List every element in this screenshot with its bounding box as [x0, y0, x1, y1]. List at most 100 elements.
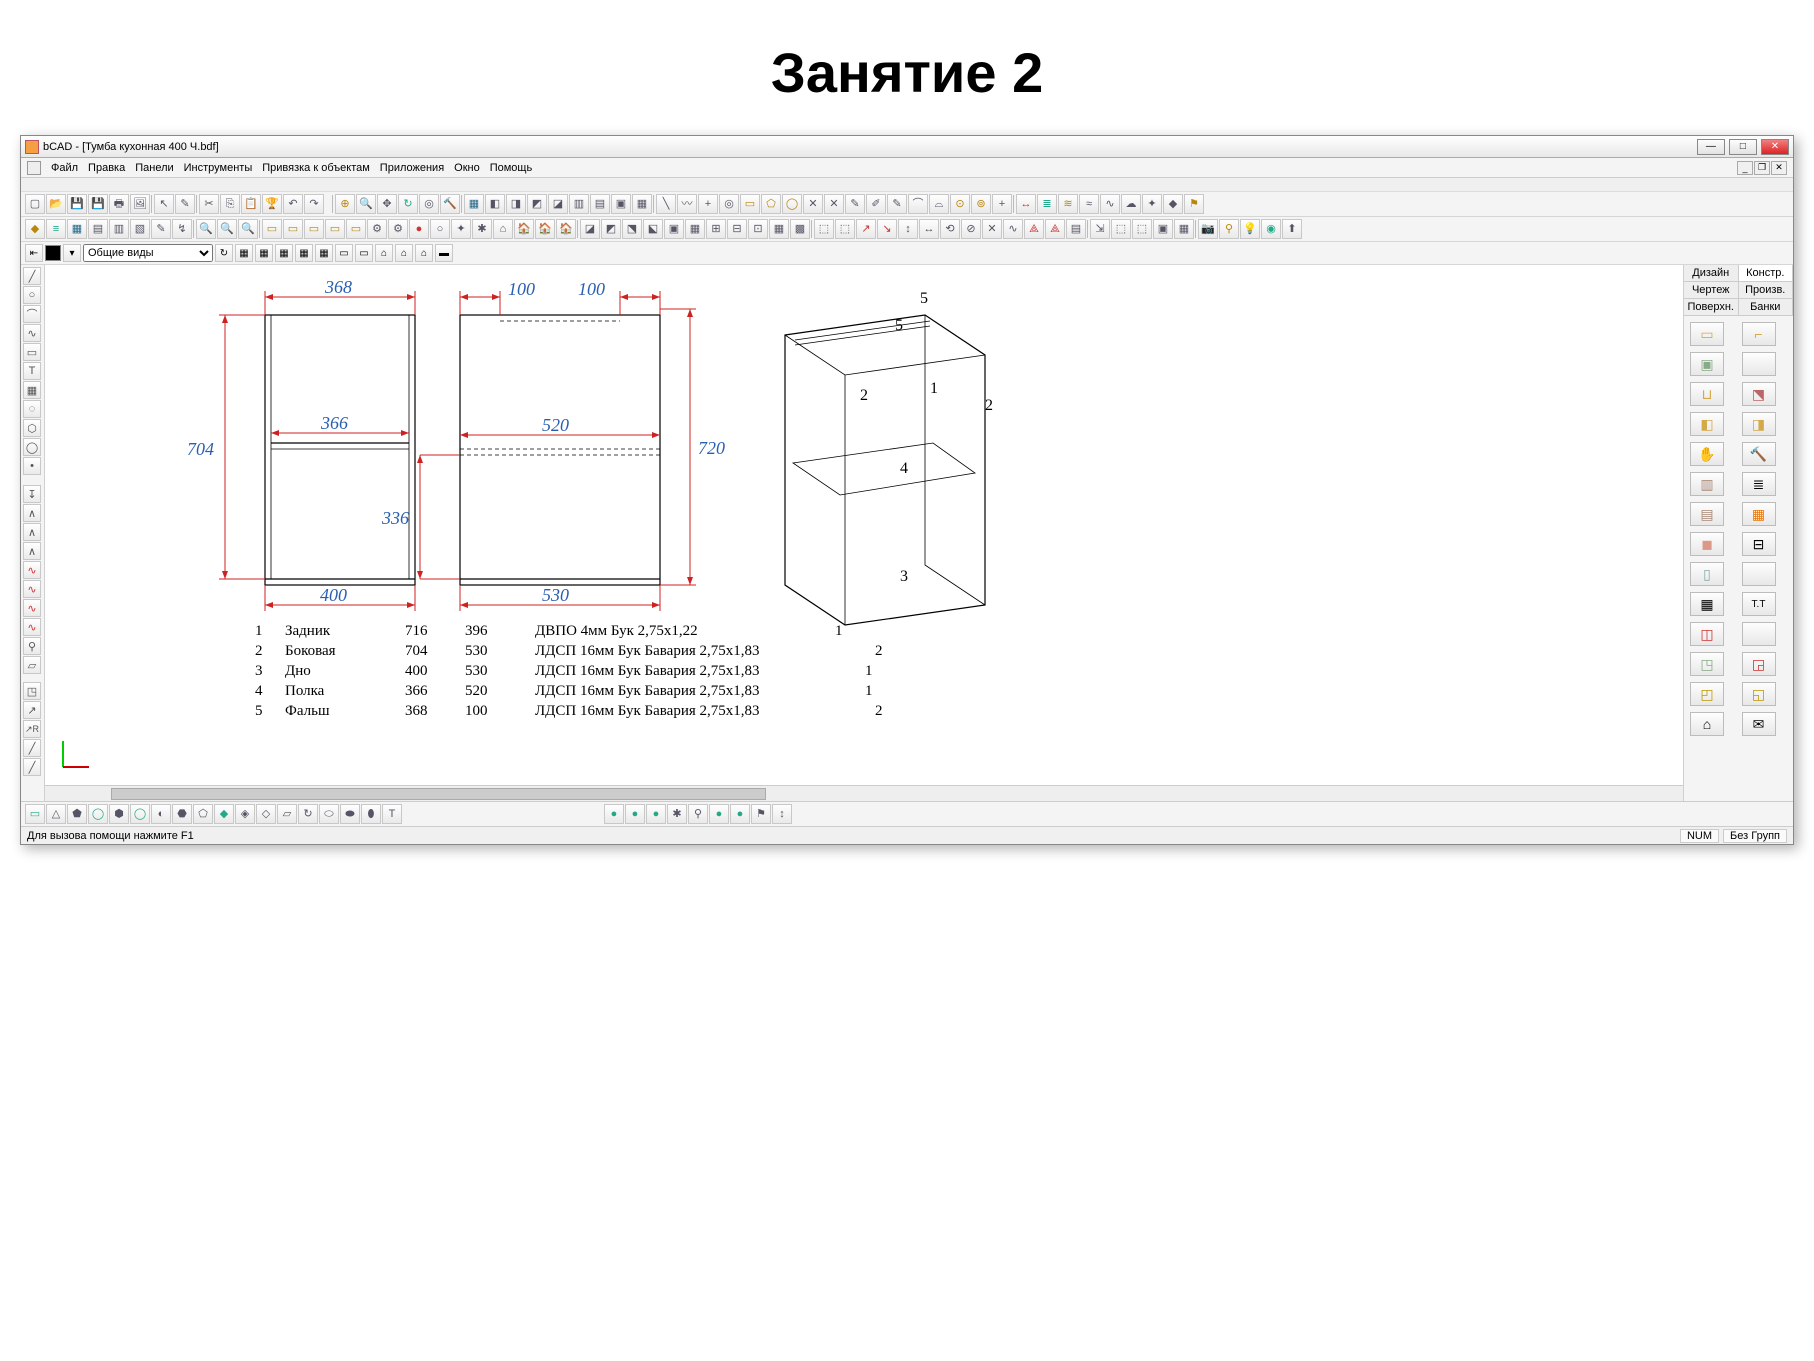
panel-tool-drawer-icon[interactable]: ▤ — [1690, 502, 1724, 526]
lt-up2-icon[interactable]: ∧ — [23, 523, 41, 541]
redo-icon[interactable]: ↷ — [304, 194, 324, 214]
t2e-icon[interactable]: ▥ — [109, 219, 129, 239]
trophy-icon[interactable]: 🏆 — [262, 194, 282, 214]
zoom-fit-icon[interactable]: ⊕ — [335, 194, 355, 214]
bb19-icon[interactable]: ● — [604, 804, 624, 824]
t2f-icon[interactable]: ▧ — [130, 219, 150, 239]
dim6-icon[interactable]: ☁ — [1121, 194, 1141, 214]
s8-icon[interactable]: ⊘ — [961, 219, 981, 239]
lt-region-icon[interactable]: ◌ — [23, 400, 41, 418]
rect-icon[interactable]: ▭ — [740, 194, 760, 214]
tab-production[interactable]: Произв. — [1739, 282, 1794, 298]
panel-tool-grid-icon[interactable]: ▦ — [1690, 592, 1724, 616]
menu-osnap[interactable]: Привязка к объектам — [262, 162, 370, 174]
t3-icon[interactable]: ⬚ — [1132, 219, 1152, 239]
t2-icon[interactable]: ⬚ — [1111, 219, 1131, 239]
preview-icon[interactable]: 🖼 — [130, 194, 150, 214]
panel-tool-shelf-icon[interactable]: ⊔ — [1690, 382, 1724, 406]
poly-icon[interactable]: ⬠ — [761, 194, 781, 214]
color-swatch[interactable] — [45, 245, 61, 261]
lt-wave2-icon[interactable]: ∿ — [23, 580, 41, 598]
panel-tool-panel-icon[interactable]: ▭ — [1690, 322, 1724, 346]
x-icon[interactable]: ✕ — [803, 194, 823, 214]
bb10-icon[interactable]: ◆ — [214, 804, 234, 824]
lb7-icon[interactable]: ▭ — [355, 244, 373, 262]
lt-wave-icon[interactable]: ∿ — [23, 324, 41, 342]
furn1-icon[interactable]: 🏠 — [514, 219, 534, 239]
dot1-icon[interactable]: ● — [409, 219, 429, 239]
lb1-icon[interactable]: ▦ — [235, 244, 253, 262]
maximize-button[interactable]: □ — [1729, 139, 1757, 155]
polyline-tool-icon[interactable]: 〰 — [677, 194, 697, 214]
new-icon[interactable]: ▢ — [25, 194, 45, 214]
panel-tool-split-icon[interactable]: ⊟ — [1742, 532, 1776, 556]
dim5-icon[interactable]: ∿ — [1100, 194, 1120, 214]
x2-icon[interactable]: ✕ — [824, 194, 844, 214]
box4-icon[interactable]: ▭ — [325, 219, 345, 239]
r11-icon[interactable]: ▩ — [790, 219, 810, 239]
s7-icon[interactable]: ⟲ — [940, 219, 960, 239]
panel-tool-q3-icon[interactable]: ◰ — [1690, 682, 1724, 706]
r2-icon[interactable]: ◩ — [601, 219, 621, 239]
ellipse-icon[interactable]: ◯ — [782, 194, 802, 214]
layer-dd-icon[interactable]: ▾ — [63, 244, 81, 262]
paste-icon[interactable]: 📋 — [241, 194, 261, 214]
tab-drawing[interactable]: Чертеж — [1684, 282, 1739, 298]
lt-tool2-icon[interactable]: ▱ — [23, 656, 41, 674]
view-dropdown[interactable]: Общие виды — [83, 244, 213, 262]
menu-help[interactable]: Помощь — [490, 162, 533, 174]
lb4-icon[interactable]: ▦ — [295, 244, 313, 262]
s11-icon[interactable]: ⟁ — [1024, 219, 1044, 239]
s1-icon[interactable]: ⬚ — [814, 219, 834, 239]
box2-icon[interactable]: ▭ — [283, 219, 303, 239]
copy-icon[interactable]: ⎘ — [220, 194, 240, 214]
bb7-icon[interactable]: ◐ — [151, 804, 171, 824]
light-icon[interactable]: ⚲ — [1219, 219, 1239, 239]
zoomin-icon[interactable]: 🔍 — [196, 219, 216, 239]
bb6-icon[interactable]: ◯ — [130, 804, 150, 824]
lt-up-icon[interactable]: ∧ — [23, 504, 41, 522]
bulb-icon[interactable]: 💡 — [1240, 219, 1260, 239]
t5-icon[interactable]: ▦ — [1174, 219, 1194, 239]
wand-icon[interactable]: ✎ — [175, 194, 195, 214]
panel-tool-home-icon[interactable]: ⌂ — [1690, 712, 1724, 736]
panel-tool-q2-icon[interactable]: ◲ — [1742, 652, 1776, 676]
panel-tool-red-icon[interactable]: ◫ — [1690, 622, 1724, 646]
close-button[interactable]: ✕ — [1761, 139, 1789, 155]
dot2-icon[interactable]: ○ — [430, 219, 450, 239]
menu-apps[interactable]: Приложения — [380, 162, 444, 174]
pointer-icon[interactable]: ↖ — [154, 194, 174, 214]
r6-icon[interactable]: ▦ — [685, 219, 705, 239]
menu-panels[interactable]: Панели — [135, 162, 173, 174]
panel-tool-cut-icon[interactable]: ⬔ — [1742, 382, 1776, 406]
menu-edit[interactable]: Правка — [88, 162, 125, 174]
lt-shape1-icon[interactable]: ◳ — [23, 682, 41, 700]
edit1-icon[interactable]: ✎ — [845, 194, 865, 214]
bb1-icon[interactable]: ▭ — [25, 804, 45, 824]
bb11-icon[interactable]: ◈ — [235, 804, 255, 824]
lb8-icon[interactable]: ⌂ — [375, 244, 393, 262]
r10-icon[interactable]: ▦ — [769, 219, 789, 239]
cross-icon[interactable]: + — [698, 194, 718, 214]
mdi-restore-button[interactable]: ❐ — [1754, 161, 1770, 175]
t1-icon[interactable]: ⇲ — [1090, 219, 1110, 239]
box3-icon[interactable]: ▭ — [304, 219, 324, 239]
layer-icon-1[interactable]: ⇤ — [25, 244, 43, 262]
lb5-icon[interactable]: ▦ — [315, 244, 333, 262]
drawing-canvas[interactable]: 368 366 — [45, 265, 1683, 785]
panel-tool-hammer-icon[interactable]: 🔨 — [1742, 442, 1776, 466]
grid-icon[interactable]: ▦ — [67, 219, 87, 239]
lt-text-icon[interactable]: T — [23, 362, 41, 380]
dim8-icon[interactable]: ◆ — [1163, 194, 1183, 214]
lt-wave4-icon[interactable]: ∿ — [23, 618, 41, 636]
lt-move-icon[interactable]: ↧ — [23, 485, 41, 503]
misc2-icon[interactable]: ✱ — [472, 219, 492, 239]
panel-tool-list-icon[interactable]: ≣ — [1742, 472, 1776, 496]
furn3-icon[interactable]: 🏠 — [556, 219, 576, 239]
dim7-icon[interactable]: ✦ — [1142, 194, 1162, 214]
bb26-icon[interactable]: ⚑ — [751, 804, 771, 824]
furn2-icon[interactable]: 🏠 — [535, 219, 555, 239]
lt-shape3-icon[interactable]: ↗R — [23, 720, 41, 738]
panel-tool-profile-icon[interactable]: ⌐ — [1742, 322, 1776, 346]
cut-icon[interactable]: ✂ — [199, 194, 219, 214]
